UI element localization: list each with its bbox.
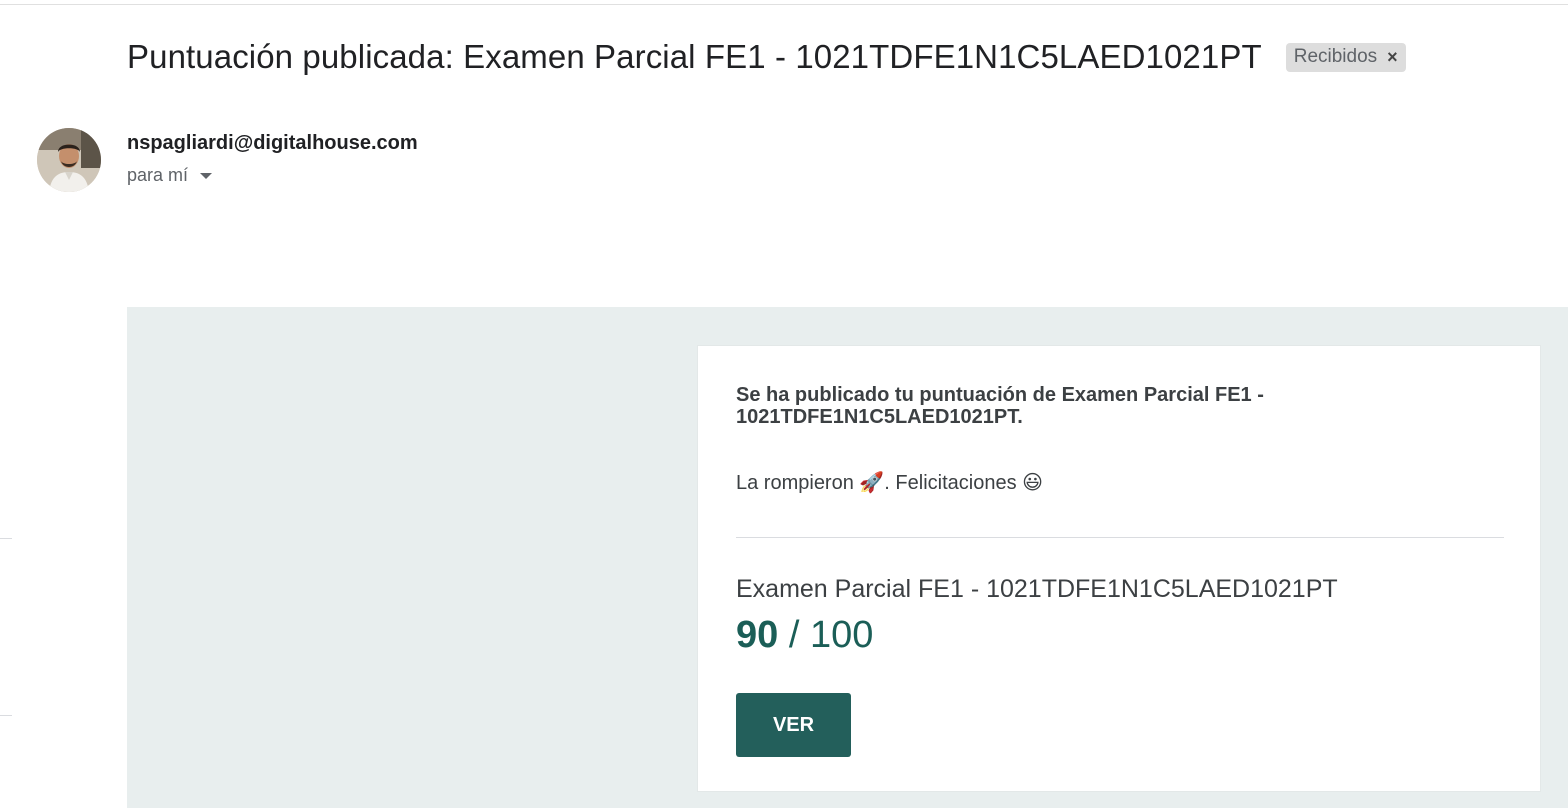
details-dropdown-icon[interactable] <box>200 172 213 179</box>
subject-row: Puntuación publicada: Examen Parcial FE1… <box>127 38 1406 76</box>
label-text: Recibidos <box>1293 46 1378 67</box>
grade-card-content: Se ha publicado tu puntuación de Examen … <box>736 384 1504 757</box>
left-divider-tick <box>0 715 12 716</box>
score-value: 90 <box>736 614 779 656</box>
sender-block: nspagliardi@digitalhouse.com para mí <box>127 132 418 186</box>
email-view: Puntuación publicada: Examen Parcial FE1… <box>0 0 1568 808</box>
sender-avatar[interactable] <box>37 128 101 192</box>
remove-label-icon[interactable]: × <box>1387 48 1398 66</box>
sender-email[interactable]: nspagliardi@digitalhouse.com <box>127 132 418 155</box>
score-max: 100 <box>809 614 874 656</box>
grade-card: Se ha publicado tu puntuación de Examen … <box>697 345 1541 792</box>
card-divider <box>736 537 1504 538</box>
grade-headline: Se ha publicado tu puntuación de Examen … <box>736 384 1264 428</box>
left-divider-tick <box>0 538 12 539</box>
recipient-line: para mí <box>127 165 418 186</box>
recipient-text: para mí <box>127 165 189 185</box>
score-display: 90 / 100 <box>736 614 1504 657</box>
email-subject: Puntuación publicada: Examen Parcial FE1… <box>127 38 1262 75</box>
teacher-message: La rompieron 🚀. Felicitaciones 😃 <box>736 472 1043 494</box>
inbox-label-chip[interactable]: Recibidos × <box>1285 42 1406 72</box>
top-divider <box>0 4 1568 5</box>
exam-name: Examen Parcial FE1 - 1021TDFE1N1C5LAED10… <box>736 575 1338 603</box>
score-separator: / <box>778 614 810 656</box>
view-button[interactable]: VER <box>736 693 851 757</box>
email-body: Se ha publicado tu puntuación de Examen … <box>127 307 1568 808</box>
